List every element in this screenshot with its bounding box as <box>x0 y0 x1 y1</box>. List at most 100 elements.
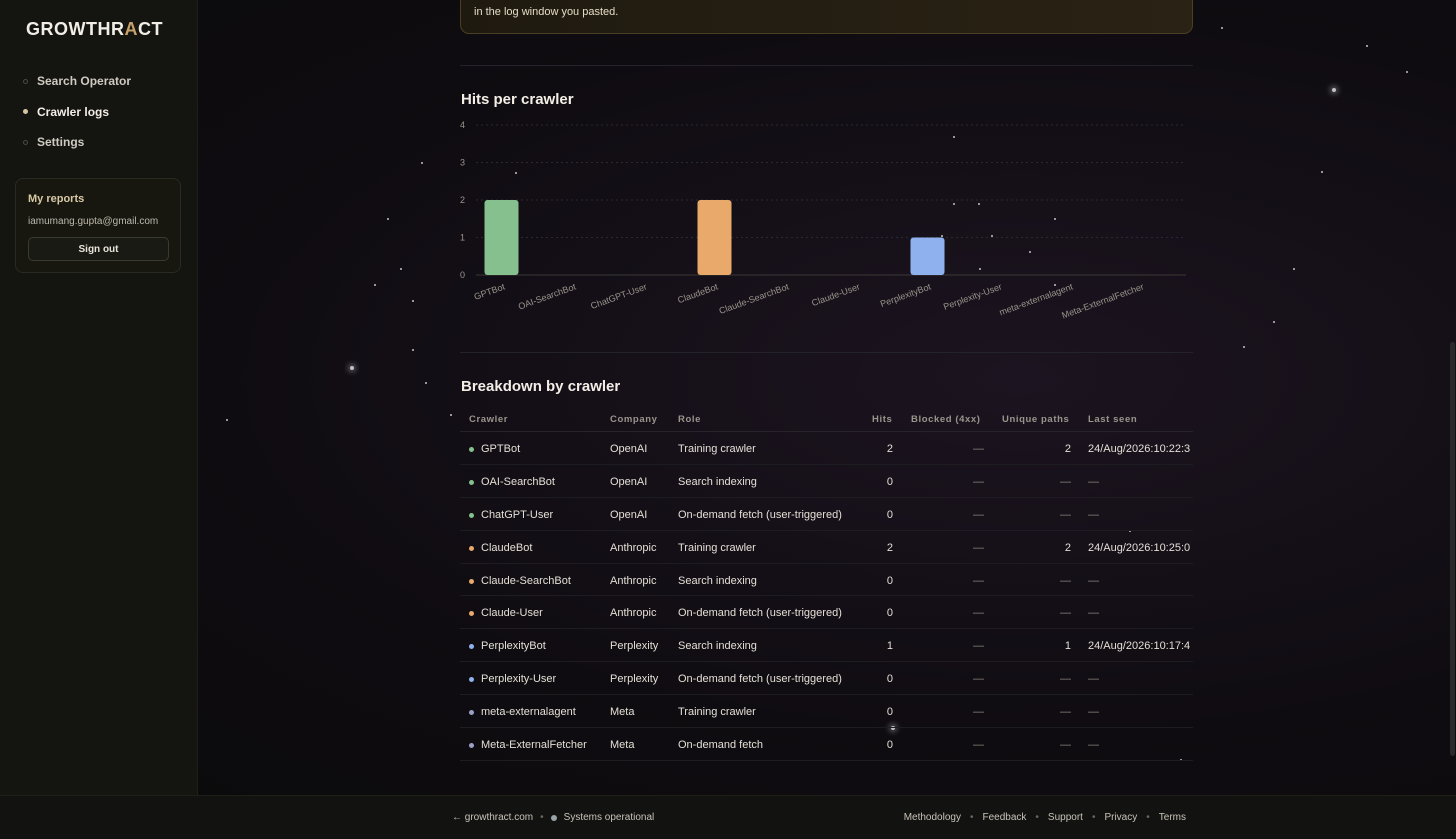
crawler-color-dot-icon <box>469 479 474 485</box>
crawler-cell: meta-externalagent <box>481 706 576 719</box>
chart-bar-gptbot[interactable] <box>484 200 519 275</box>
blocked-cell: — <box>973 739 984 752</box>
role-cell: Search indexing <box>678 475 757 488</box>
company-cell: OpenAI <box>610 475 648 488</box>
crawler-cell: Claude-SearchBot <box>481 574 571 587</box>
unique-paths-cell: — <box>1060 475 1071 488</box>
hits-per-crawler-chart: 0 1 2 3 4 GPTBot OAI-SearchBot ChatGPT-User Clau… <box>460 120 1186 320</box>
home-link[interactable]: ← growthract.com <box>452 812 533 823</box>
last-seen-cell: — <box>1088 475 1099 488</box>
crawler-color-dot-icon <box>469 710 474 716</box>
crawler-cell: ChatGPT-User <box>481 508 554 521</box>
footer-separator: • <box>540 812 544 823</box>
chart-bar-perplexitybot[interactable] <box>910 237 945 276</box>
crawler-color-dot-icon <box>469 677 474 683</box>
company-cell: Anthropic <box>610 607 657 620</box>
footer-link-terms[interactable]: Terms <box>1159 812 1186 823</box>
table-row[interactable]: Claude-SearchBot Anthropic Search indexing… <box>460 564 1193 597</box>
table-row[interactable]: PerplexityBot Perplexity Search indexing 1 —… <box>460 629 1193 663</box>
nav-bullet-icon <box>23 78 28 84</box>
hits-cell: 1 <box>886 640 893 653</box>
hits-cell: 0 <box>886 607 893 620</box>
my-reports-title: My reports <box>28 193 85 205</box>
blocked-cell: — <box>973 640 984 653</box>
table-row[interactable]: Meta-ExternalFetcher Meta On-demand fetch 0… <box>460 728 1193 761</box>
crawler-color-dot-icon <box>469 743 474 749</box>
chart-x-tick-label: OAI-SearchBot <box>517 281 578 311</box>
company-cell: Meta <box>610 739 635 752</box>
chart-x-tick-label: ClaudeBot <box>676 281 719 305</box>
table-row[interactable]: Perplexity-User Perplexity On-demand fetch… <box>460 662 1193 696</box>
company-cell: Perplexity <box>610 673 659 686</box>
sidebar-item-label: Search Operator <box>37 74 132 89</box>
blocked-cell: — <box>973 607 984 620</box>
table-row[interactable]: meta-externalagent Meta Training crawler 0 —… <box>460 695 1193 729</box>
chart-x-tick-label: Claude-SearchBot <box>718 281 791 316</box>
role-cell: Training crawler <box>678 541 756 554</box>
sidebar-item-label: Crawler logs <box>37 104 110 119</box>
table-row[interactable]: GPTBot OpenAI Training crawler 2 — 2 24/Aug/20… <box>460 432 1193 465</box>
footer-links: Methodology • Feedback • Support • Privacy • Ter… <box>904 812 1186 823</box>
column-header-role[interactable]: Role <box>678 414 701 425</box>
nav-bullet-icon <box>23 139 28 145</box>
sidebar-item-settings[interactable]: Settings <box>0 127 198 158</box>
last-seen-cell: — <box>1088 706 1099 719</box>
chart-bar-claudebot[interactable] <box>697 200 732 275</box>
sidebar-item-search-operator[interactable]: Search Operator <box>0 66 198 97</box>
blocked-cell: — <box>973 475 984 488</box>
footer-link-privacy[interactable]: Privacy <box>1104 812 1137 823</box>
column-header-unique-paths[interactable]: Unique paths <box>1002 414 1069 425</box>
sidebar-item-label: Settings <box>37 135 85 150</box>
chart-y-tick-label: 4 <box>460 120 465 130</box>
crawler-color-dot-icon <box>469 447 474 452</box>
chart-y-tick-label: 0 <box>460 270 465 280</box>
sign-out-button[interactable]: Sign out <box>28 237 169 261</box>
chart-x-tick-label: GPTBot <box>473 281 507 302</box>
role-cell: On-demand fetch <box>678 739 763 752</box>
last-seen-cell: 24/Aug/2026:10:17:4 <box>1088 640 1191 653</box>
table-row[interactable]: ClaudeBot Anthropic Training crawler 2 — 2 24/… <box>460 531 1193 564</box>
chart-y-tick-label: 3 <box>460 158 465 168</box>
table-row[interactable]: Claude-User Anthropic On-demand fetch (use… <box>460 596 1193 630</box>
unique-paths-cell: 2 <box>1064 541 1071 554</box>
hits-cell: 0 <box>886 673 893 686</box>
last-seen-cell: — <box>1088 673 1099 686</box>
last-seen-cell: — <box>1088 574 1099 587</box>
page-scrollbar[interactable] <box>1450 342 1455 756</box>
unique-paths-cell: — <box>1060 508 1071 521</box>
company-cell: Perplexity <box>610 640 659 653</box>
role-cell: On-demand fetch (user-triggered) <box>678 508 842 521</box>
column-header-company[interactable]: Company <box>610 414 657 425</box>
table-row[interactable]: ChatGPT-User OpenAI On-demand fetch (user-… <box>460 498 1193 531</box>
column-header-blocked[interactable]: Blocked (4xx) <box>911 414 981 425</box>
crawler-color-dot-icon <box>469 512 474 518</box>
crawler-cell: OAI-SearchBot <box>481 475 555 488</box>
app-logo[interactable]: GROWTHRACT <box>26 19 163 40</box>
company-cell: OpenAI <box>610 508 648 521</box>
unique-paths-cell: — <box>1060 739 1071 752</box>
company-cell: Meta <box>610 706 635 719</box>
sidebar-item-crawler-logs[interactable]: Crawler logs <box>0 97 198 128</box>
breakdown-by-crawler-title: Breakdown by crawler <box>461 378 621 395</box>
hits-cell: 0 <box>886 574 893 587</box>
chart-x-tick-label: Meta-ExternalFetcher <box>1060 281 1145 320</box>
footer-link-methodology[interactable]: Methodology <box>904 812 961 823</box>
unique-paths-cell: — <box>1060 607 1071 620</box>
crawler-cell: ClaudeBot <box>481 541 533 554</box>
section-divider <box>460 352 1193 353</box>
crawler-color-dot-icon <box>469 611 474 617</box>
column-header-crawler[interactable]: Crawler <box>469 414 508 425</box>
column-header-last-seen[interactable]: Last seen <box>1088 414 1137 425</box>
company-cell: OpenAI <box>610 443 648 455</box>
blocked-cell: — <box>973 508 984 521</box>
hits-cell: 2 <box>886 443 893 455</box>
column-header-hits[interactable]: Hits <box>872 414 892 425</box>
role-cell: On-demand fetch (user-triggered) <box>678 607 842 620</box>
footer-link-feedback[interactable]: Feedback <box>982 812 1026 823</box>
unique-paths-cell: 1 <box>1064 640 1071 653</box>
crawler-cell: GPTBot <box>481 443 521 455</box>
table-row[interactable]: OAI-SearchBot OpenAI Search indexing 0 — — — <box>460 465 1193 498</box>
footer-link-support[interactable]: Support <box>1048 812 1083 823</box>
hits-cell: 2 <box>886 541 893 554</box>
hits-cell: 0 <box>886 475 893 488</box>
